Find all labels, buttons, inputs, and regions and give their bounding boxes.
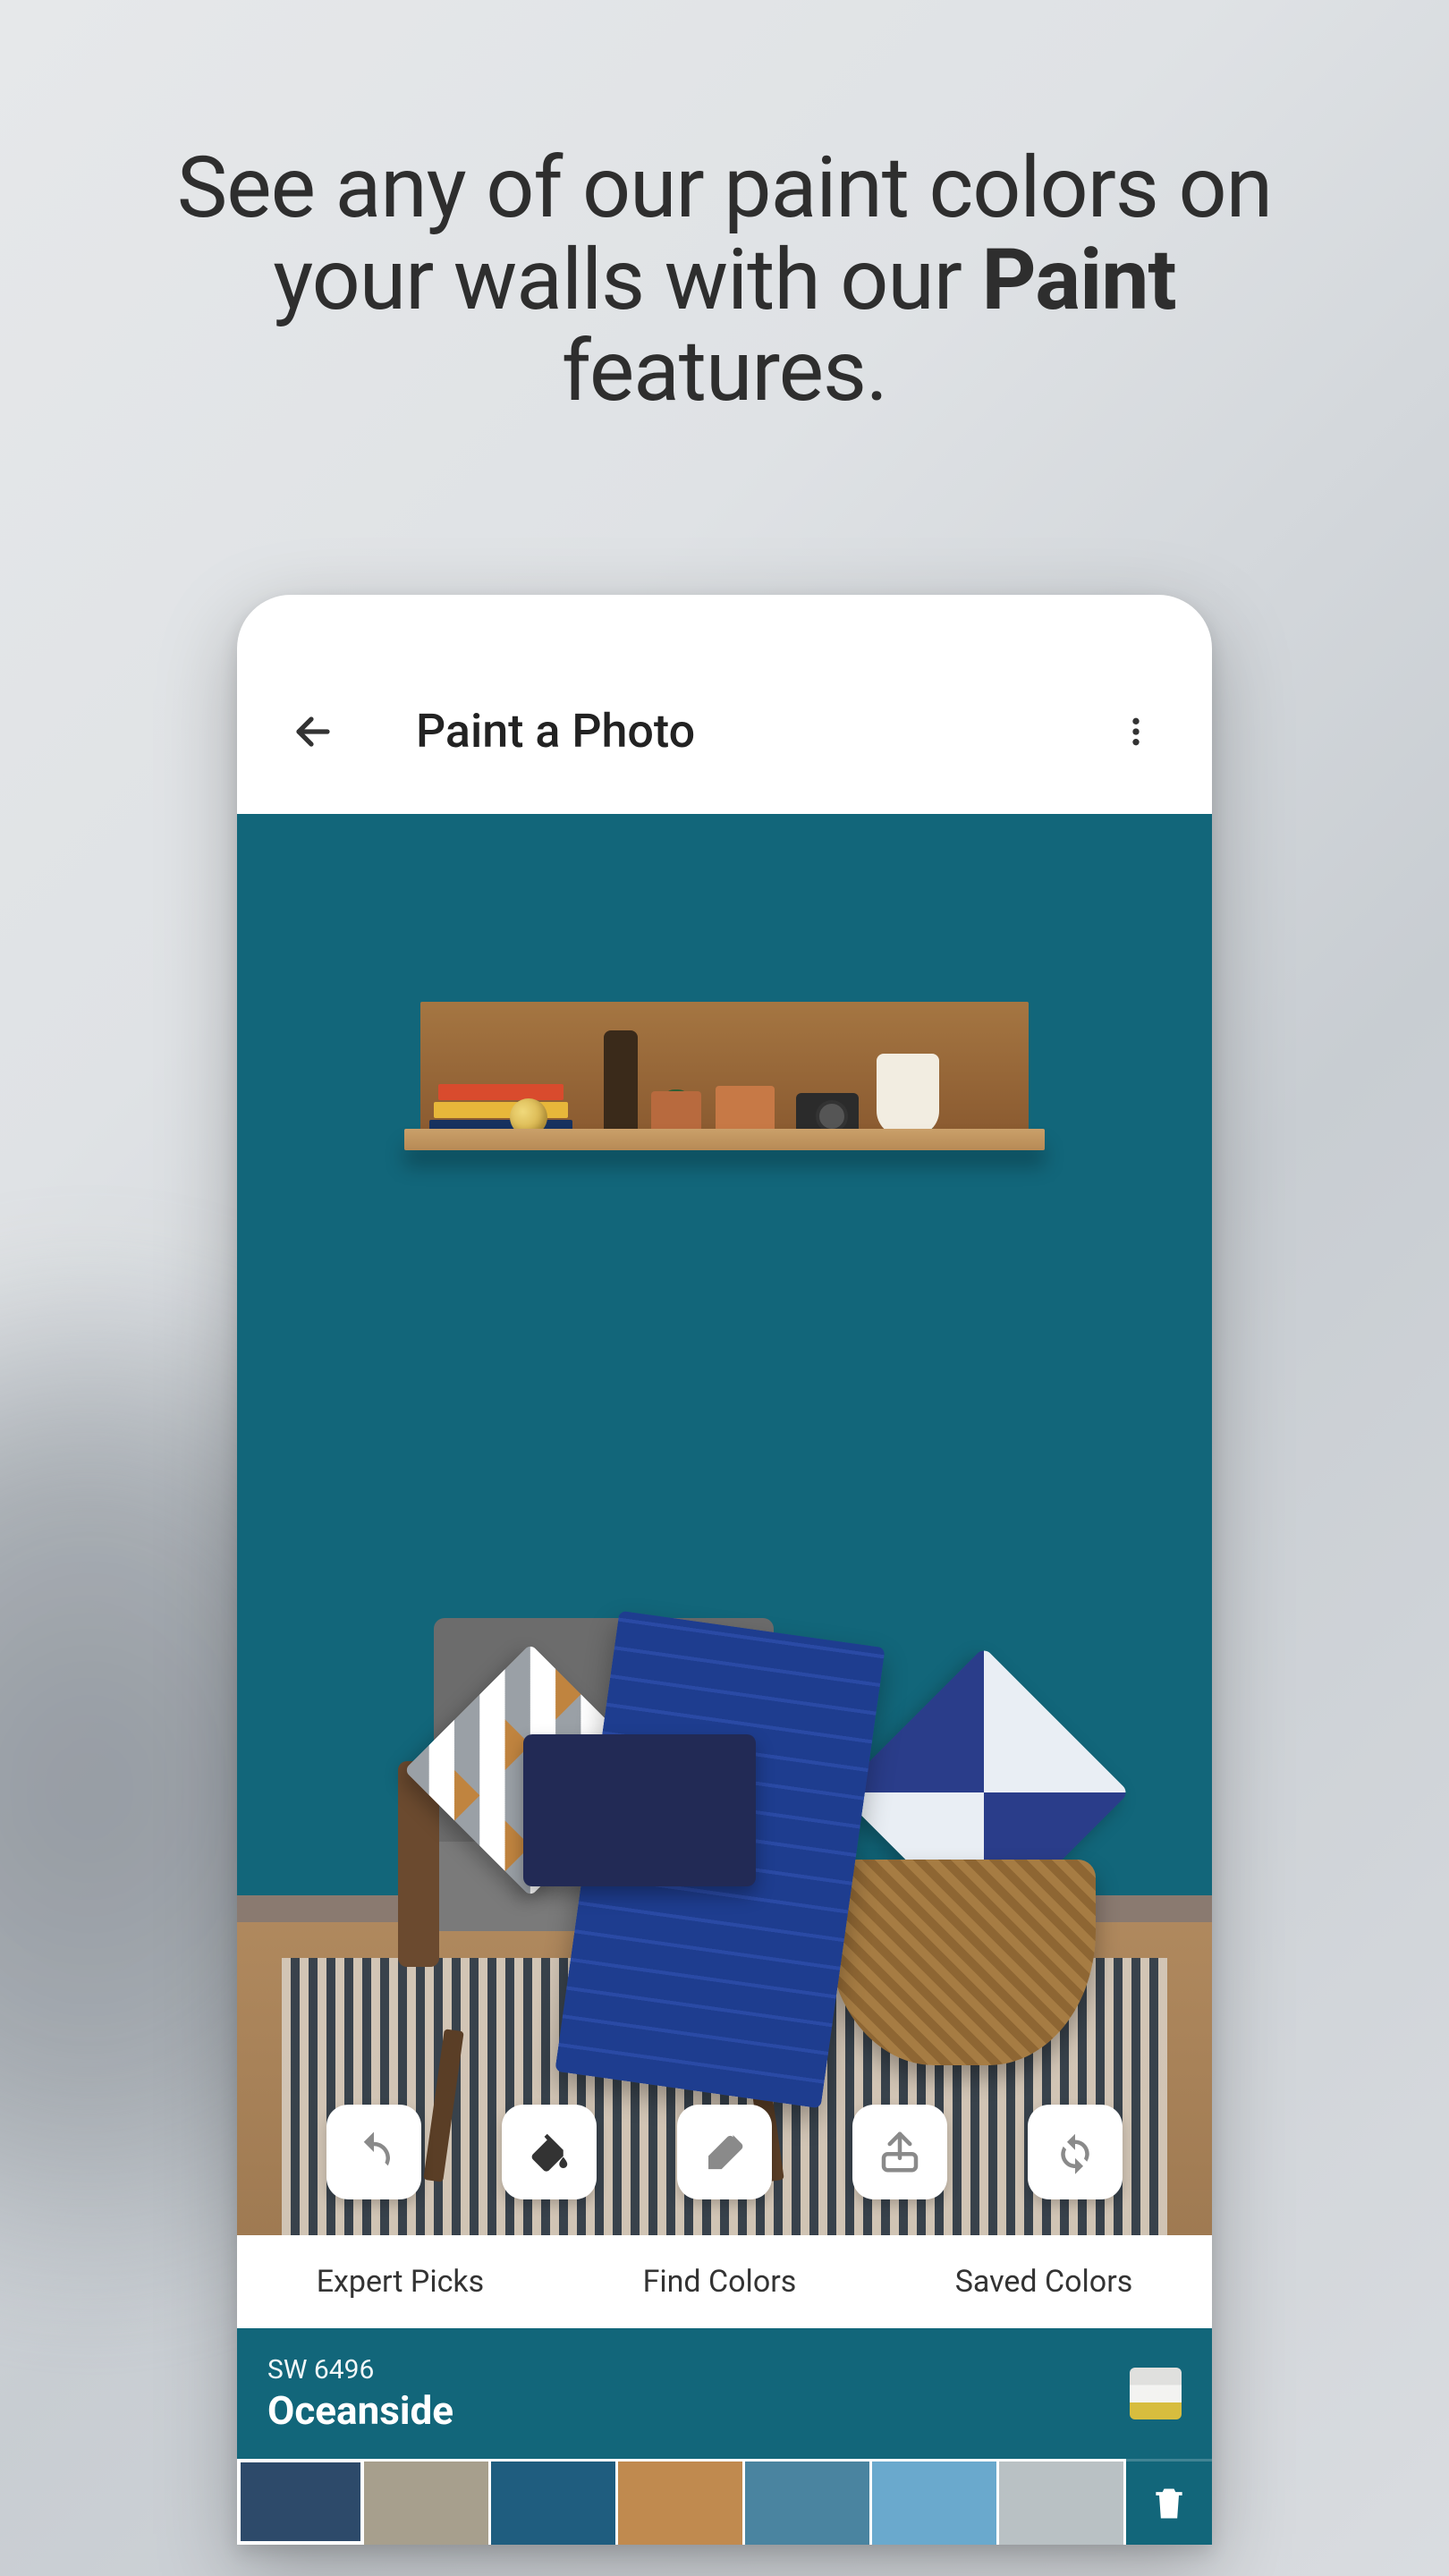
- swatch-6[interactable]: [872, 2459, 999, 2545]
- marketing-headline: See any of our paint colors on your wall…: [143, 143, 1306, 419]
- swatch-1[interactable]: [237, 2459, 364, 2545]
- paint-button[interactable]: [502, 2105, 597, 2199]
- shelf-bottle: [604, 1030, 638, 1136]
- undo-icon: [350, 2128, 398, 2176]
- reset-button[interactable]: [1028, 2105, 1123, 2199]
- shelf-board: [404, 1129, 1045, 1150]
- wicker-basket: [827, 1860, 1096, 2065]
- swatch-5[interactable]: [745, 2459, 872, 2545]
- palette-chip-button[interactable]: [1130, 2368, 1182, 2419]
- back-button[interactable]: [282, 700, 344, 763]
- more-vert-icon: [1118, 714, 1154, 750]
- tab-find-colors[interactable]: Find Colors: [643, 2264, 797, 2300]
- swatch-3[interactable]: [491, 2459, 618, 2545]
- trash-icon: [1149, 2484, 1189, 2523]
- delete-swatch-button[interactable]: [1126, 2459, 1212, 2545]
- shelf-books: [429, 1072, 572, 1136]
- phone-frame: Paint a Photo: [237, 595, 1212, 2545]
- paint-bucket-icon: [525, 2128, 573, 2176]
- more-menu-button[interactable]: [1105, 700, 1167, 763]
- swatch-4[interactable]: [618, 2459, 745, 2545]
- color-name: Oceanside: [267, 2387, 453, 2434]
- armchair: [398, 1618, 809, 2056]
- headline-post: features.: [562, 322, 887, 421]
- current-color-bar: SW 6496 Oceanside: [237, 2328, 1212, 2459]
- page-title: Paint a Photo: [380, 704, 1069, 758]
- wall-shelf: [420, 1002, 1029, 1136]
- swatch-2[interactable]: [364, 2459, 491, 2545]
- tab-expert-picks[interactable]: Expert Picks: [317, 2264, 485, 2300]
- color-code: SW 6496: [267, 2354, 453, 2385]
- undo-button[interactable]: [326, 2105, 421, 2199]
- color-tabs: Expert Picks Find Colors Saved Colors: [237, 2235, 1212, 2328]
- arrow-left-icon: [292, 710, 335, 753]
- swatch-7[interactable]: [999, 2459, 1126, 2545]
- eraser-icon: [700, 2128, 749, 2176]
- photo-canvas[interactable]: [237, 814, 1212, 2235]
- headline-bold: Paint: [982, 231, 1176, 330]
- app-bar: Paint a Photo: [237, 595, 1212, 814]
- erase-button[interactable]: [677, 2105, 772, 2199]
- share-icon: [876, 2128, 924, 2176]
- shelf-vase: [877, 1054, 939, 1136]
- tab-saved-colors[interactable]: Saved Colors: [955, 2264, 1133, 2300]
- current-color-text: SW 6496 Oceanside: [267, 2354, 453, 2434]
- tool-row: [237, 2105, 1212, 2199]
- navy-pillow: [523, 1734, 756, 1886]
- share-button[interactable]: [852, 2105, 947, 2199]
- swatch-row: [237, 2459, 1212, 2545]
- refresh-icon: [1051, 2128, 1099, 2176]
